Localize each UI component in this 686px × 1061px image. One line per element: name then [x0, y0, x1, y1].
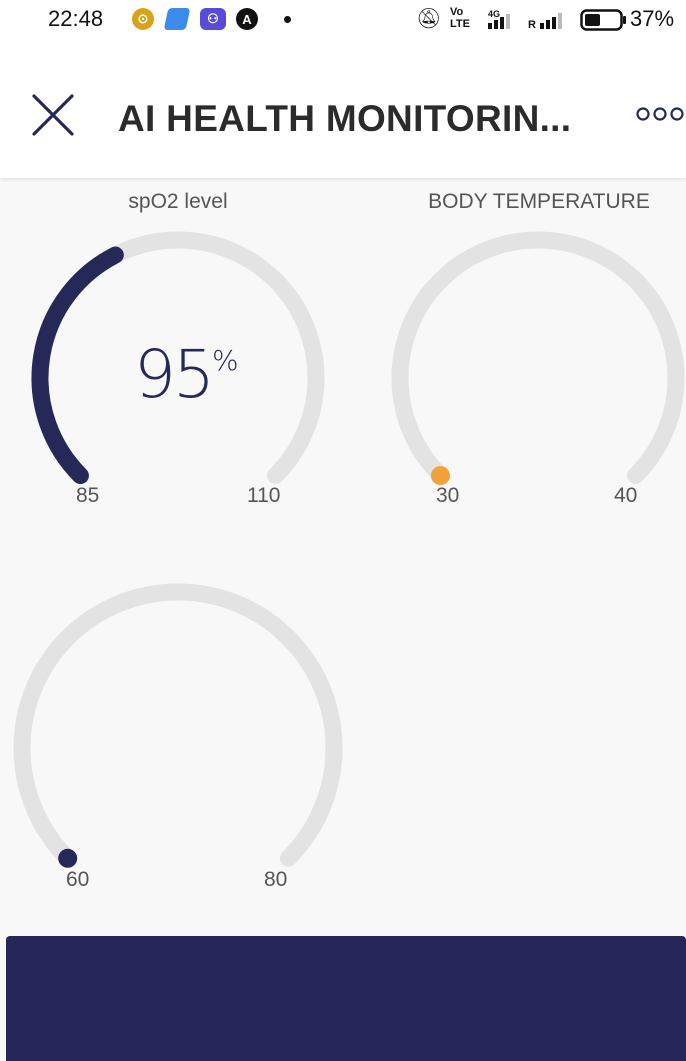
- bottom-panel: [6, 936, 686, 1061]
- gauge-track: [13, 583, 343, 867]
- third-gauge-max-tick: 80: [264, 868, 288, 891]
- gauge-indicator-dot: [58, 848, 78, 868]
- third-gauge-min-tick: 60: [66, 868, 90, 891]
- third-gauge-dial: [13, 583, 343, 868]
